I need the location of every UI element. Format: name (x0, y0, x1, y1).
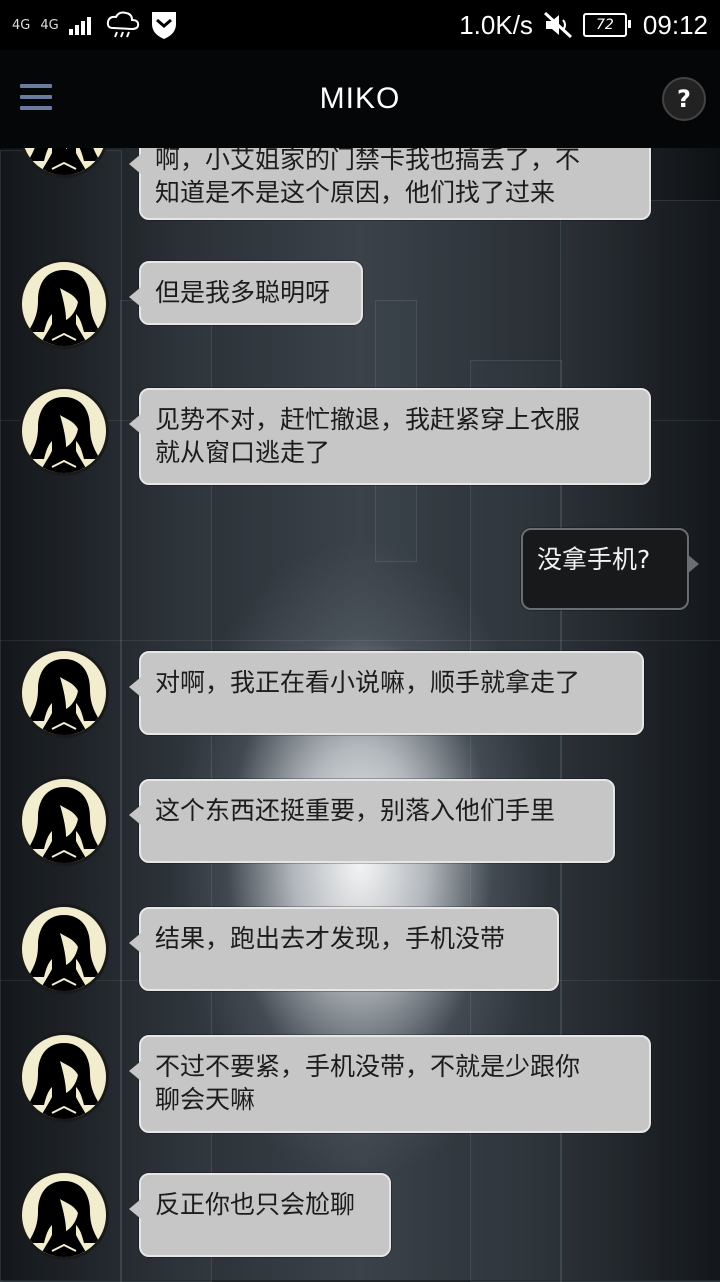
message-bubble: 反正你也只会尬聊 (129, 1173, 391, 1257)
message-bubble: 但是我多聪明呀 (129, 261, 363, 325)
avatar[interactable] (19, 386, 109, 476)
help-button[interactable]: ? (662, 77, 706, 121)
status-bar: 4G 4G 1.0K/s 72 09:12 (0, 0, 720, 50)
message-bubble: 结果，跑出去才发现，手机没带 (129, 907, 559, 991)
girl-silhouette-icon (28, 270, 100, 346)
message-bubble: 这个东西还挺重要，别落入他们手里 (129, 779, 615, 863)
network-speed: 1.0K/s (459, 9, 533, 40)
girl-silhouette-icon (28, 787, 100, 863)
message-bubble: 不过不要紧，手机没带，不就是少跟你 聊会天嘛 (129, 1035, 651, 1133)
signal-label-2: 4G (40, 17, 59, 33)
girl-silhouette-icon (28, 397, 100, 473)
avatar[interactable] (19, 148, 109, 178)
page-title: MIKO (319, 82, 401, 115)
girl-silhouette-icon (28, 1181, 100, 1257)
girl-silhouette-icon (28, 915, 100, 991)
message-bubble-outgoing: 没拿手机? (521, 528, 699, 610)
menu-button[interactable] (20, 84, 52, 114)
clock: 09:12 (642, 9, 708, 40)
signal-icon (68, 17, 91, 35)
hamburger-icon (20, 84, 52, 88)
message-bubble: 对啊，我正在看小说嘛，顺手就拿走了 (129, 651, 644, 735)
hamburger-icon-line (20, 106, 52, 110)
girl-silhouette-icon (28, 1043, 100, 1119)
battery-icon: 72 (582, 13, 631, 37)
signal-label-1: 4G (12, 17, 31, 33)
message-bubble: 见势不对，赶忙撤退，我赶紧穿上衣服 就从窗口逃走了 (129, 388, 651, 485)
shield-icon (151, 12, 176, 39)
avatar[interactable] (19, 648, 109, 738)
avatar[interactable] (19, 1032, 109, 1122)
avatar[interactable] (19, 776, 109, 866)
girl-silhouette-icon (28, 659, 100, 735)
avatar[interactable] (19, 1170, 109, 1260)
avatar[interactable] (19, 904, 109, 994)
chat-area[interactable]: 啊，小艾姐家的门禁卡我也搞丢了，不 知道是不是这个原因，他们找了过来 但是我多聪… (0, 148, 720, 1280)
app-bar: MIKO ? (0, 50, 720, 148)
hamburger-icon-line (20, 95, 52, 99)
mute-icon (543, 11, 572, 39)
girl-silhouette-icon (28, 148, 100, 175)
weather-icon (106, 11, 139, 38)
message-bubble: 啊，小艾姐家的门禁卡我也搞丢了，不 知道是不是这个原因，他们找了过来 (129, 148, 651, 220)
avatar[interactable] (19, 259, 109, 349)
